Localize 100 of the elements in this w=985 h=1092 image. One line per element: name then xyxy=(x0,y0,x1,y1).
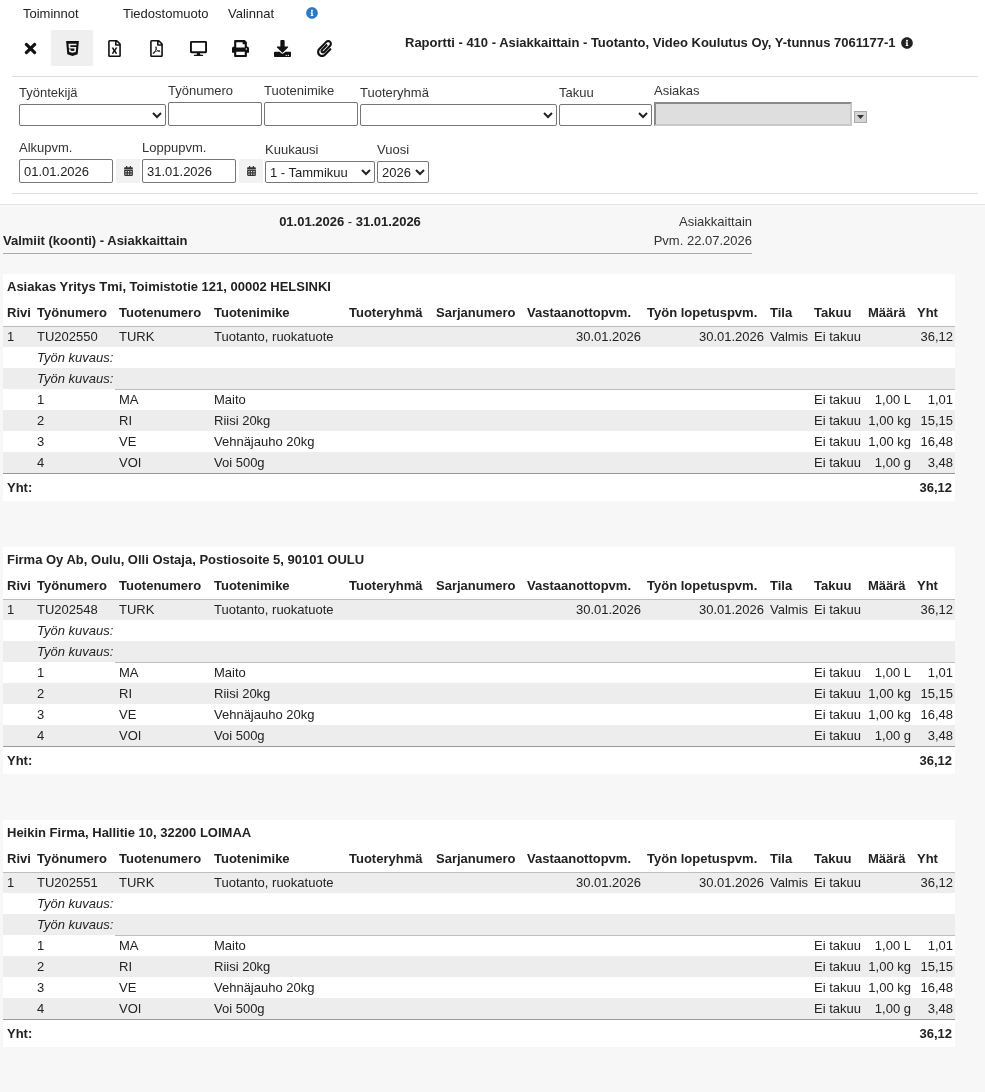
info-icon[interactable] xyxy=(900,36,913,49)
table-cell: Voi 500g xyxy=(210,725,345,746)
table-cell: Valmis xyxy=(766,599,810,620)
download-icon xyxy=(273,39,291,57)
column-header: Määrä xyxy=(864,299,913,326)
table-cell: 1,00 kg xyxy=(864,410,913,431)
table-cell: Riisi 20kg xyxy=(210,410,345,431)
dropdown-button[interactable] xyxy=(854,111,867,123)
table-cell: 1,00 kg xyxy=(864,956,913,977)
paperclip-icon xyxy=(315,39,333,57)
table-cell: 1,00 kg xyxy=(864,704,913,725)
column-header: Yht xyxy=(913,299,955,326)
table-cell: VOI xyxy=(115,998,210,1019)
menu-item[interactable]: Tiedostomuoto xyxy=(123,5,209,21)
table-cell: 4 xyxy=(33,452,115,473)
table-cell: 36,12 xyxy=(913,326,955,347)
date-field[interactable]: 01.01.2026 xyxy=(19,159,113,183)
column-header: Vastaanottopvm. xyxy=(523,572,643,599)
total-label: Yht: xyxy=(3,746,913,774)
filter-label: Takuu xyxy=(559,85,595,101)
table-cell: 30.01.2026 xyxy=(643,599,766,620)
table-cell: TU202551 xyxy=(33,872,115,893)
table-cell: Tuotanto, ruokatuote xyxy=(210,326,345,347)
date-field[interactable]: 31.01.2026 xyxy=(142,159,236,183)
table-cell: RI xyxy=(115,956,210,977)
filter-label: Asiakas xyxy=(654,83,701,99)
table-cell: Vehnäjauho 20kg xyxy=(210,704,345,725)
table-cell: Voi 500g xyxy=(210,998,345,1019)
calendar-button[interactable] xyxy=(116,159,140,183)
column-header: Työnumero xyxy=(33,572,115,599)
column-header: Työn lopetuspvm. xyxy=(643,572,766,599)
column-header: Tuotenimike xyxy=(210,845,345,872)
table-cell: 1,00 g xyxy=(864,998,913,1019)
column-header: Vastaanottopvm. xyxy=(523,845,643,872)
table-cell: Ei takuu xyxy=(810,452,864,473)
section-title: Heikin Firma, Hallitie 10, 32200 LOIMAA xyxy=(6,824,253,842)
table-cell: 16,48 xyxy=(913,977,955,998)
dropdown-field[interactable] xyxy=(19,104,166,126)
table-cell: 2 xyxy=(33,410,115,431)
table-cell: 3,48 xyxy=(913,998,955,1019)
column-header: Yht xyxy=(913,845,955,872)
table-cell: VE xyxy=(115,977,210,998)
dropdown-field[interactable] xyxy=(559,104,652,126)
column-header: Tuotenumero xyxy=(115,845,210,872)
column-header: Tuotenumero xyxy=(115,572,210,599)
total-value: 36,12 xyxy=(913,1019,955,1047)
printer-icon xyxy=(231,39,249,57)
table-cell: Valmis xyxy=(766,872,810,893)
table-cell: VOI xyxy=(115,725,210,746)
table-cell: 30.01.2026 xyxy=(523,599,643,620)
pdf-file-icon xyxy=(147,39,165,57)
table-cell: Vehnäjauho 20kg xyxy=(210,431,345,452)
table-cell: 1,00 kg xyxy=(864,977,913,998)
column-header: Yht xyxy=(913,572,955,599)
table-cell: RI xyxy=(115,410,210,431)
lookup-field[interactable] xyxy=(654,102,852,126)
column-header: Tuotenimike xyxy=(210,299,345,326)
column-header: Määrä xyxy=(864,572,913,599)
filter-label: Tuotenimike xyxy=(264,83,336,99)
filter-label: Kuukausi xyxy=(265,142,320,158)
column-header: Tuoteryhmä xyxy=(345,572,432,599)
text-field[interactable] xyxy=(168,102,262,126)
table-cell: TURK xyxy=(115,872,210,893)
table-cell: 16,48 xyxy=(913,704,955,725)
dropdown-field[interactable] xyxy=(360,104,557,126)
report-subtitle: Valmiit (koonti) - Asiakkaittain xyxy=(3,232,188,250)
total-label: Yht: xyxy=(3,1019,913,1047)
table-cell: 15,15 xyxy=(913,410,955,431)
column-header: Tuoteryhmä xyxy=(345,299,432,326)
table-cell: 1 xyxy=(3,599,33,620)
table-cell: 1 xyxy=(33,662,115,683)
description-label: Työn kuvaus: xyxy=(33,368,115,389)
table-cell: 1,00 kg xyxy=(864,431,913,452)
filter-label: Vuosi xyxy=(377,142,411,158)
menu-item[interactable]: Toiminnot xyxy=(23,5,79,21)
column-header: Sarjanumero xyxy=(432,572,523,599)
table-cell: TU202548 xyxy=(33,599,115,620)
table-cell: TURK xyxy=(115,326,210,347)
table-cell: 15,15 xyxy=(913,683,955,704)
calendar-icon xyxy=(123,166,133,176)
report-period: 01.01.2026 - 31.01.2026 xyxy=(279,213,421,231)
table-cell: 30.01.2026 xyxy=(643,872,766,893)
menu-item[interactable]: Valinnat xyxy=(228,5,274,21)
shield-icon xyxy=(63,39,81,57)
section-title: Firma Oy Ab, Oulu, Olli Ostaja, Postiosoite 5, 90101 OULU xyxy=(6,551,366,569)
table-cell: VE xyxy=(115,704,210,725)
total-value: 36,12 xyxy=(913,746,955,774)
calendar-button[interactable] xyxy=(239,159,263,183)
dropdown-field[interactable]: 2026 xyxy=(377,161,429,183)
caret-icon xyxy=(857,115,864,119)
text-field[interactable] xyxy=(264,102,358,126)
table-cell: 2 xyxy=(33,683,115,704)
table-cell: Ei takuu xyxy=(810,326,864,347)
dropdown-field[interactable]: 1 - Tammikuu xyxy=(265,161,375,183)
total-label: Yht: xyxy=(3,473,913,501)
column-header: Sarjanumero xyxy=(432,845,523,872)
column-header: Vastaanottopvm. xyxy=(523,299,643,326)
html-export-button[interactable] xyxy=(51,30,93,66)
table-cell: TURK xyxy=(115,599,210,620)
column-header: Työnumero xyxy=(33,845,115,872)
